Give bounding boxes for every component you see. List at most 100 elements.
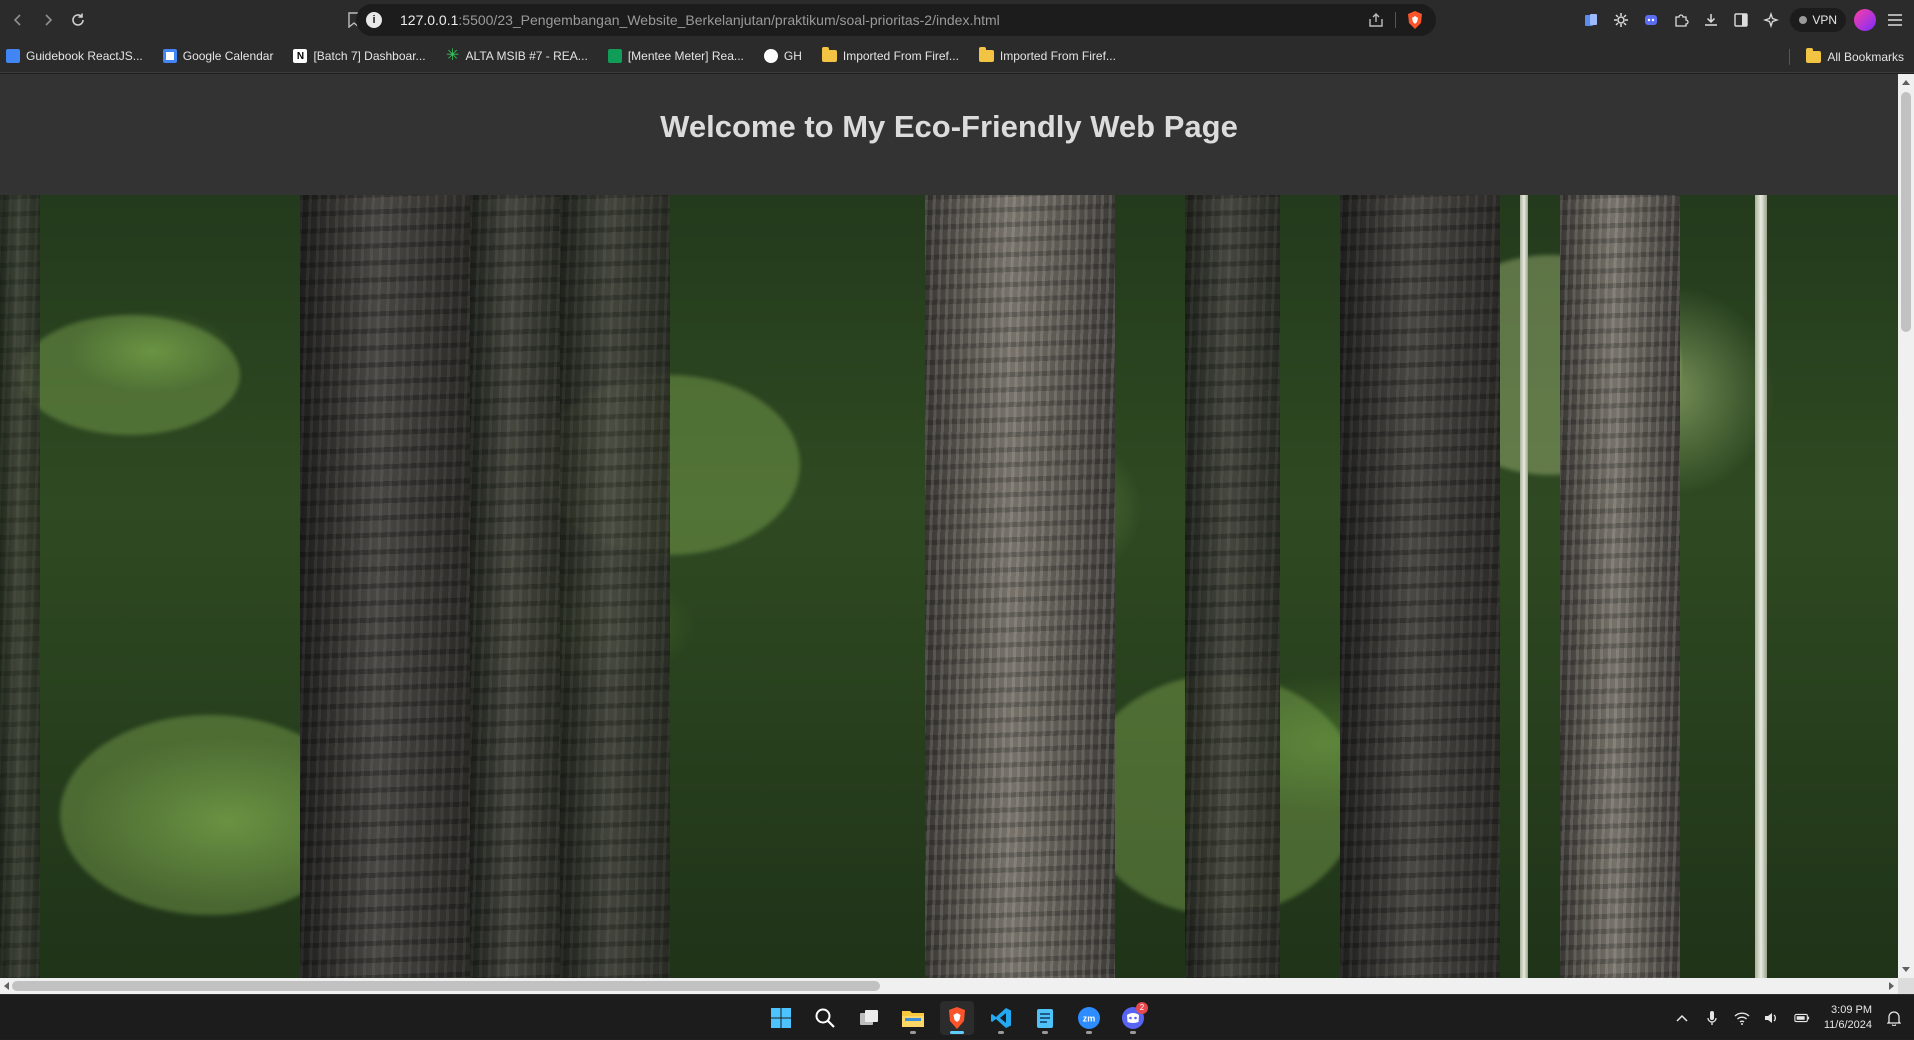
vertical-scrollbar[interactable] (1898, 74, 1914, 978)
scrollbar-corner (1898, 978, 1914, 994)
system-clock[interactable]: 3:09 PM 11/6/2024 (1824, 1003, 1872, 1033)
reload-button[interactable] (64, 6, 92, 34)
notification-bell-icon[interactable] (1886, 1010, 1902, 1026)
download-icon[interactable] (1700, 9, 1722, 31)
notification-badge: 2 (1136, 1001, 1148, 1014)
brave-shields-icon[interactable] (1406, 10, 1424, 30)
running-indicator (1130, 1030, 1136, 1034)
running-indicator (1086, 1030, 1092, 1034)
bookmark-mentee-meter[interactable]: [Mentee Meter] Rea... (607, 49, 744, 63)
running-indicator (950, 1030, 964, 1034)
sidebar-icon[interactable] (1730, 9, 1752, 31)
profile-avatar[interactable] (1854, 9, 1876, 31)
folder-icon (978, 47, 994, 62)
battery-icon[interactable] (1794, 1010, 1810, 1026)
vscode-button[interactable] (984, 1001, 1018, 1035)
system-tray: 3:09 PM 11/6/2024 (1674, 995, 1902, 1040)
divider (1395, 12, 1396, 28)
page-title: Welcome to My Eco-Friendly Web Page (660, 108, 1238, 144)
tree-trunk (300, 195, 470, 978)
scroll-up-arrow-icon[interactable] (1902, 80, 1910, 85)
bookmark-alta-msib[interactable]: ✳ ALTA MSIB #7 - REA... (445, 47, 588, 64)
puzzle-icon[interactable] (1670, 9, 1692, 31)
menu-icon[interactable] (1884, 9, 1906, 31)
all-bookmarks-button[interactable]: All Bookmarks (1789, 40, 1904, 73)
tree-trunk (1520, 195, 1528, 978)
start-button[interactable] (764, 1001, 798, 1035)
tree-trunk (470, 195, 560, 978)
horizontal-scrollbar[interactable] (0, 978, 1898, 994)
bookmark-guidebook[interactable]: Guidebook ReactJS... (6, 49, 143, 63)
notepad-button[interactable] (1028, 1001, 1062, 1035)
extensions-area: VPN (1580, 6, 1906, 34)
forward-button[interactable] (34, 6, 62, 34)
discord-button[interactable]: 2 (1116, 1001, 1150, 1035)
zoom-icon: zm (1078, 1006, 1100, 1029)
vpn-button[interactable]: VPN (1790, 8, 1846, 32)
scroll-right-arrow-icon[interactable] (1889, 982, 1894, 990)
tree-trunk (1560, 195, 1680, 978)
url-host: 127.0.0.1 (400, 12, 459, 28)
doc-icon (6, 49, 20, 63)
search-icon (815, 1008, 835, 1028)
share-icon[interactable] (1367, 11, 1385, 29)
bookmark-label: Imported From Firef... (842, 49, 959, 63)
chevron-up-icon[interactable] (1674, 1010, 1690, 1026)
notepad-icon (1037, 1008, 1053, 1028)
all-bookmarks-label: All Bookmarks (1827, 49, 1904, 64)
chevron-left-icon (13, 14, 21, 26)
bookmark-folder-imported-2[interactable]: Imported From Firef... (978, 47, 1116, 63)
chat-extension-icon[interactable] (1640, 9, 1662, 31)
url-path: :5500/23_Pengembangan_Website_Berkelanju… (458, 12, 1000, 28)
windows-taskbar: zm 2 3:09 PM 11/6/2024 (0, 994, 1914, 1039)
calendar-icon (162, 49, 177, 63)
scroll-thumb[interactable] (1901, 92, 1911, 332)
forest-image (0, 195, 1898, 978)
address-bar[interactable]: i 127.0.0.1:5500/23_Pengembangan_Website… (356, 4, 1436, 36)
page-viewport: Welcome to My Eco-Friendly Web Page (0, 74, 1898, 978)
reload-icon (72, 13, 84, 26)
tree-trunk (560, 195, 670, 978)
brave-browser-icon (949, 1006, 965, 1029)
zoom-button[interactable]: zm (1072, 1001, 1106, 1035)
wifi-icon[interactable] (1734, 1010, 1750, 1026)
bookmarks-bar: Guidebook ReactJS... Google Calendar N [… (0, 40, 1914, 73)
gear-extension-icon[interactable] (1610, 9, 1632, 31)
brave-browser-button[interactable] (940, 1000, 974, 1035)
volume-icon[interactable] (1764, 1010, 1780, 1026)
task-view-button[interactable] (852, 1001, 886, 1035)
asterisk-icon: ✳ (445, 47, 460, 64)
url-text[interactable]: 127.0.0.1:5500/23_Pengembangan_Website_B… (400, 12, 1000, 28)
running-indicator (1042, 1030, 1048, 1034)
folder-icon (1806, 47, 1822, 63)
bookmark-label: [Mentee Meter] Rea... (627, 49, 744, 63)
taskbar-apps: zm 2 (764, 995, 1150, 1040)
site-info-icon[interactable]: i (366, 12, 382, 28)
windows-start-icon (771, 1007, 791, 1028)
file-explorer-icon (902, 1010, 924, 1027)
bookmark-dashboard[interactable]: N [Batch 7] Dashboar... (293, 49, 426, 63)
wallet-icon[interactable] (1580, 9, 1602, 31)
chevron-right-icon (45, 14, 53, 26)
tree-trunk (1340, 195, 1500, 978)
divider (1789, 48, 1791, 65)
scroll-thumb[interactable] (12, 981, 880, 991)
taskbar-search-button[interactable] (808, 1001, 842, 1035)
file-explorer-button[interactable] (896, 1001, 930, 1035)
bookmark-label: Imported From Firef... (999, 49, 1116, 63)
clock-time: 3:09 PM (1831, 1003, 1872, 1016)
bookmark-folder-imported-1[interactable]: Imported From Firef... (821, 47, 959, 63)
tree-trunk (1185, 195, 1280, 978)
back-button[interactable] (4, 6, 32, 34)
bookmark-gh[interactable]: GH (763, 49, 802, 63)
browser-toolbar: i 127.0.0.1:5500/23_Pengembangan_Website… (0, 0, 1914, 40)
scroll-down-arrow-icon[interactable] (1902, 967, 1910, 972)
vpn-status-icon (1799, 16, 1808, 24)
folder-icon (821, 47, 837, 62)
github-icon (763, 49, 778, 63)
scroll-left-arrow-icon[interactable] (4, 982, 9, 990)
leo-ai-icon[interactable] (1760, 9, 1782, 31)
microphone-icon[interactable] (1704, 1010, 1720, 1026)
running-indicator (910, 1030, 916, 1034)
bookmark-google-calendar[interactable]: Google Calendar (162, 49, 273, 63)
